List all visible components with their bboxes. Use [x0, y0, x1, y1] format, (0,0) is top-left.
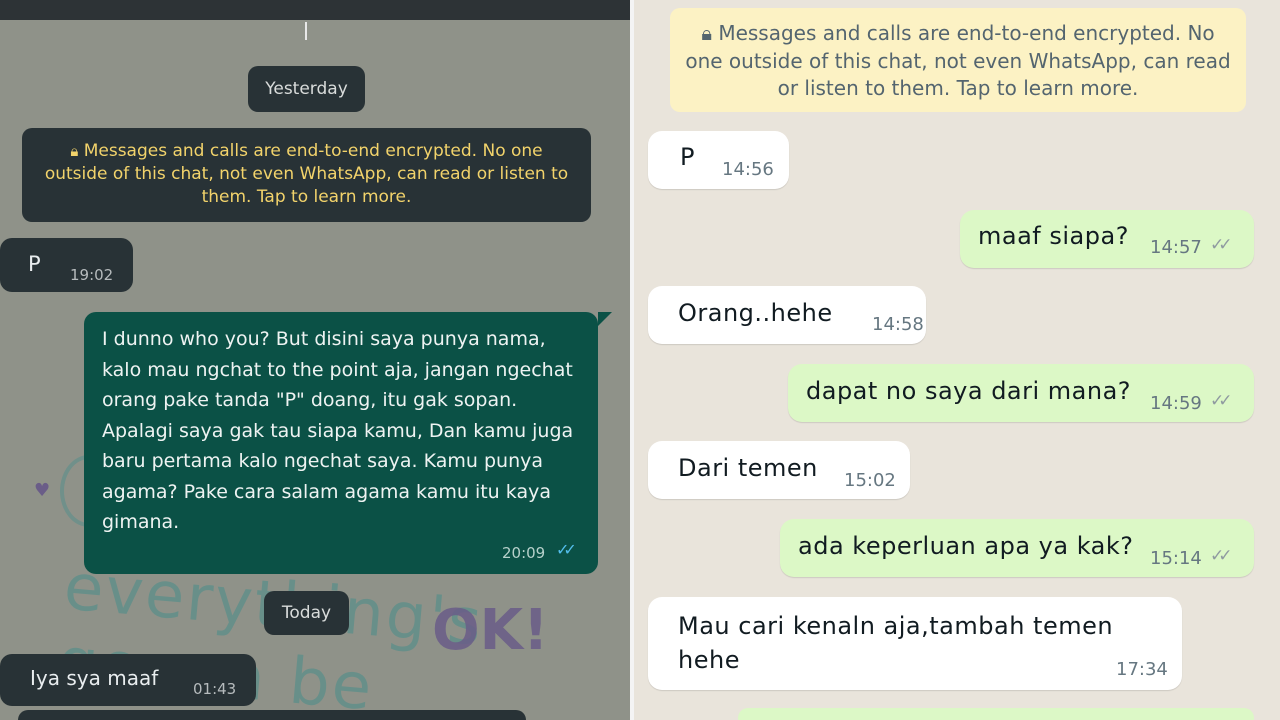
- message-time: 17:34: [1116, 659, 1168, 680]
- message-time: 14:59: [1150, 393, 1202, 414]
- message-incoming[interactable]: P 14:56: [648, 131, 789, 189]
- double-check-icon: ✓✓: [556, 540, 577, 559]
- message-text: maaf siapa?: [978, 222, 1129, 250]
- message-text: Mau cari kenaln aja,tambah temen hehe: [678, 612, 1114, 674]
- message-time: 15:14: [1150, 548, 1202, 569]
- double-check-icon: ✓✓: [1210, 546, 1232, 566]
- message-time: 01:43: [193, 680, 237, 698]
- message-time: 15:02: [844, 470, 896, 491]
- encryption-notice-text: Messages and calls are end-to-end encryp…: [685, 21, 1231, 100]
- encryption-notice[interactable]: 🔒︎ Messages and calls are end-to-end enc…: [670, 8, 1246, 112]
- message-text: dapat no saya dari mana?: [806, 377, 1132, 405]
- message-text: I dunno who you? But disini saya punya n…: [102, 328, 574, 533]
- message-time: 14:58: [872, 314, 924, 335]
- message-outgoing[interactable]: ada keperluan apa ya kak? 15:14 ✓✓: [780, 519, 1254, 577]
- double-check-icon: ✓✓: [1210, 235, 1232, 255]
- message-text: ada keperluan apa ya kak?: [798, 532, 1134, 560]
- scroll-indicator: [305, 22, 307, 40]
- wallpaper-doodle-ok: OK!: [432, 598, 549, 663]
- message-time: 19:02: [70, 266, 114, 284]
- message-time: 14:56: [722, 159, 774, 180]
- double-check-icon: ✓✓: [1210, 391, 1232, 411]
- lock-icon: 🔒︎: [701, 21, 712, 45]
- left-chat-panel: ♥ everything's gonna be OK! Yesterday 🔒︎…: [0, 0, 630, 720]
- message-incoming[interactable]: P 19:02: [0, 238, 133, 292]
- date-separator-yesterday: Yesterday: [248, 66, 365, 112]
- message-outgoing[interactable]: dapat no saya dari mana? 14:59 ✓✓: [788, 364, 1254, 422]
- message-incoming[interactable]: Orang..hehe 14:58: [648, 286, 926, 344]
- encryption-notice-text: Messages and calls are end-to-end encryp…: [44, 141, 569, 207]
- message-incoming[interactable]: Mau cari kenaln aja,tambah temen hehe 17…: [648, 597, 1182, 690]
- message-time: 14:57: [1150, 237, 1202, 258]
- message-partial[interactable]: [738, 708, 1254, 720]
- message-text: Iya sya maaf: [30, 666, 159, 690]
- message-text: Orang..hehe: [678, 299, 833, 327]
- wallpaper-heart-icon: ♥: [34, 480, 51, 501]
- header-bar: [0, 0, 630, 20]
- message-outgoing[interactable]: maaf siapa? 14:57 ✓✓: [960, 210, 1254, 268]
- encryption-notice[interactable]: 🔒︎ Messages and calls are end-to-end enc…: [22, 128, 591, 222]
- message-text: P: [680, 143, 695, 171]
- message-text: Dari temen: [678, 454, 818, 482]
- message-partial[interactable]: [18, 710, 526, 720]
- message-text: P: [28, 252, 41, 276]
- message-incoming[interactable]: Dari temen 15:02: [648, 441, 910, 499]
- message-incoming[interactable]: Iya sya maaf 01:43: [0, 654, 256, 706]
- date-separator-today: Today: [264, 591, 349, 635]
- right-chat-panel: 🔒︎ Messages and calls are end-to-end enc…: [634, 0, 1280, 720]
- lock-icon: 🔒︎: [70, 142, 79, 160]
- message-time: 20:09: [502, 544, 546, 562]
- message-outgoing[interactable]: I dunno who you? But disini saya punya n…: [84, 312, 612, 574]
